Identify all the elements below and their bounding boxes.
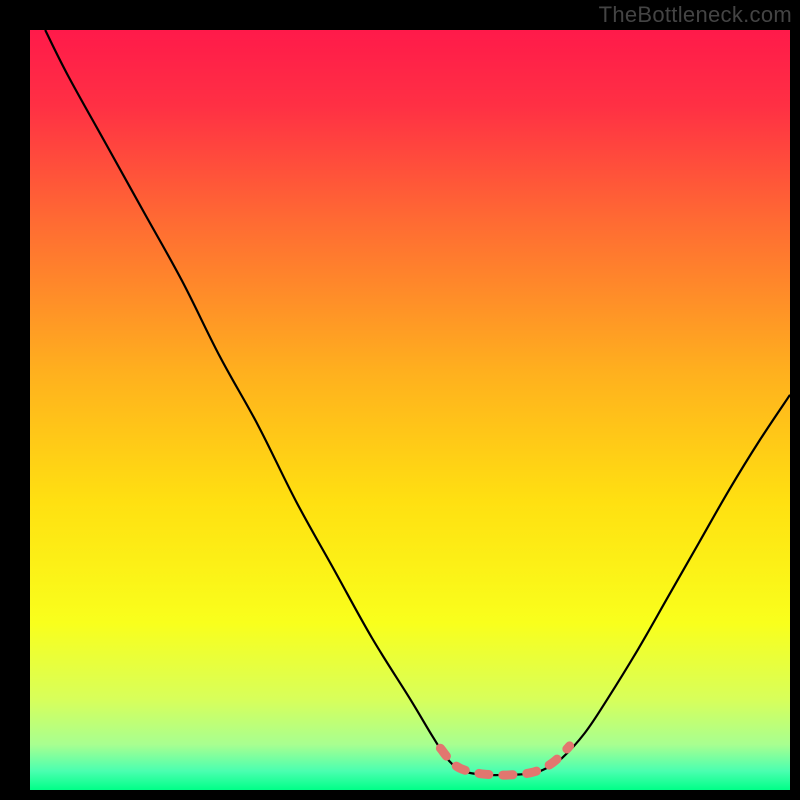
plot-area bbox=[30, 30, 790, 790]
chart-container: TheBottleneck.com bbox=[0, 0, 800, 800]
watermark-label: TheBottleneck.com bbox=[599, 2, 792, 28]
bottleneck-chart bbox=[30, 30, 790, 790]
heat-background bbox=[30, 30, 790, 790]
